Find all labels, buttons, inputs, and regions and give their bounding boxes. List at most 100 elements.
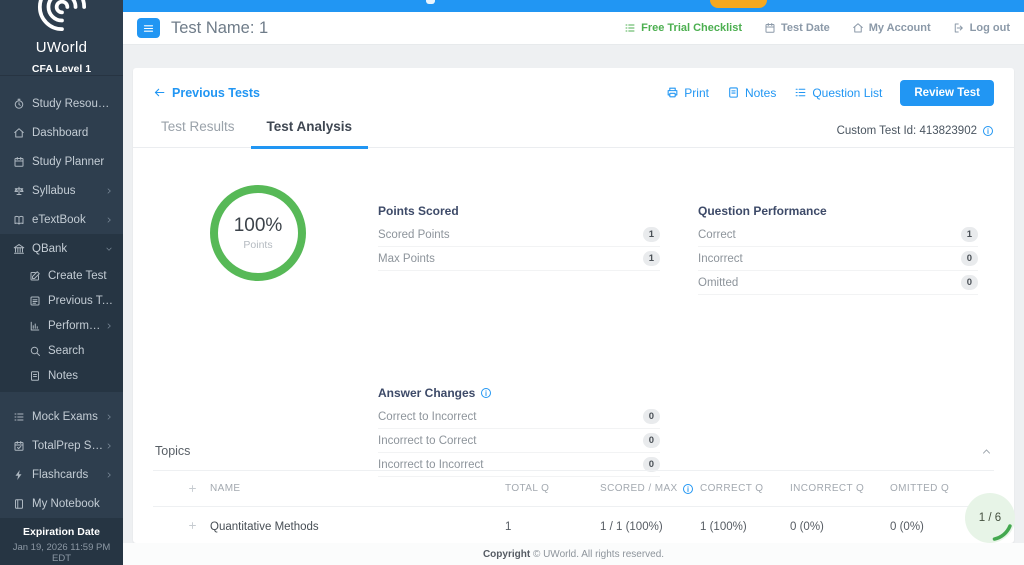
stat-label: Correct to Incorrect [378,411,643,423]
sidebar-item-my-notebook[interactable]: My Notebook [0,489,123,518]
action-print[interactable]: Print [666,86,709,100]
top-link-log-out[interactable]: Log out [953,22,1010,34]
banner-button-fragment[interactable] [710,0,767,8]
table-row: Quantitative Methods11 / 1 (100%)1 (100%… [153,507,994,543]
note-icon [727,86,740,99]
arrow-left-icon [153,86,166,99]
print-icon [666,86,679,99]
sidebar-item-label: Mock Exams [32,411,98,423]
calendar-icon [764,22,776,34]
sidebar-item-label: Study Planner [32,156,104,168]
plus-icon[interactable] [187,483,198,494]
sidebar-item-label: Create Test [48,270,107,282]
column-header-total-q: TOTAL Q [505,483,600,494]
tab-test-results[interactable]: Test Results [145,119,251,147]
topic-value-cell: 0 (0%) [790,520,890,534]
sidebar-item-notes[interactable]: Notes [0,363,123,388]
sidebar-item-mock-exams[interactable]: Mock Exams [0,402,123,431]
sidebar-item-create-test[interactable]: Create Test [0,263,123,288]
topbar: Test Name: 1 Free Trial Checklist Test Da… [123,12,1024,45]
top-link-label: Free Trial Checklist [641,22,742,34]
sidebar-item-previous-tests[interactable]: Previous Tests [0,288,123,313]
search-icon [29,345,41,357]
top-link-label: My Account [869,22,931,34]
expiration-block: Expiration Date Jan 19, 2026 11:59 PM ED… [0,518,123,565]
question-performance-section: Question PerformanceCorrect1Incorrect0Om… [698,204,978,295]
notebook-icon [13,498,25,510]
home-icon [13,127,25,139]
action-label: Print [684,86,709,100]
expiration-label: Expiration Date [2,526,121,538]
sidebar-item-syllabus[interactable]: Syllabus [0,176,123,205]
column-header-label: NAME [210,483,241,494]
logout-icon [953,22,965,34]
sidebar-item-dashboard[interactable]: Dashboard [0,118,123,147]
sidebar-item-totalprep-series[interactable]: TotalPrep Series [0,431,123,460]
info-icon[interactable] [682,483,694,495]
chevron-right-icon [105,413,113,421]
previous-tests-link[interactable]: Previous Tests [153,86,260,100]
calendar-icon [13,156,25,168]
sidebar-item-study-planner[interactable]: Study Planner [0,147,123,176]
sidebar-group-qbank: QBank Create Test Previous TestsPerformanc… [0,234,123,392]
home-icon [852,22,864,34]
stat-row: Omitted0 [698,271,978,295]
topics-table-body: Quantitative Methods11 / 1 (100%)1 (100%… [153,507,994,543]
sidebar-item-label: Syllabus [32,185,75,197]
topic-value-cell: 1 [505,520,600,534]
chart-icon [29,320,41,332]
top-link-my-account[interactable]: My Account [852,22,931,34]
stat-row: Scored Points1 [378,223,660,247]
sidebar-item-qbank[interactable]: QBank [0,234,123,263]
column-header-label: SCORED / MAX [600,483,678,494]
topic-value-cell: 1 / 1 (100%) [600,520,700,534]
score-percent: 100% [234,215,283,237]
top-link-test-date[interactable]: Test Date [764,22,830,34]
column-header-scored-max: SCORED / MAX [600,483,700,495]
sidebar-item-label: Study Resources [32,98,113,110]
hamburger-icon [142,22,155,35]
sidebar-item-etextbook[interactable]: eTextBook [0,205,123,234]
chevron-up-icon[interactable] [981,446,992,457]
sidebar-item-flashcards[interactable]: Flashcards [0,460,123,489]
sidebar-item-label: My Notebook [32,498,100,510]
top-link-label: Log out [970,22,1010,34]
analysis-panel: 100% Points Points ScoredScored Points1M… [133,148,1014,440]
review-test-button[interactable]: Review Test [900,80,994,106]
sidebar-item-search[interactable]: Search [0,338,123,363]
expand-all-cell [153,483,210,494]
top-link-free-trial-checklist[interactable]: Free Trial Checklist [624,22,742,34]
sidebar-item-label: TotalPrep Series [32,440,105,452]
action-label: Question List [812,86,882,100]
pager-badge[interactable]: 1 / 6 [965,493,1015,543]
action-notes[interactable]: Notes [727,86,776,100]
checklist-icon [624,22,636,34]
column-header-name: NAME [210,483,505,494]
note-icon [29,370,41,382]
topic-name: Quantitative Methods [210,520,505,534]
stat-row: Max Points1 [378,247,660,271]
stat-label: Omitted [698,277,961,289]
menu-button[interactable] [137,18,160,38]
info-icon[interactable] [480,387,492,399]
calendar-check-icon [13,440,25,452]
top-link-label: Test Date [781,22,830,34]
sidebar-item-performance[interactable]: Performance [0,313,123,338]
scale-icon [13,185,25,197]
plus-icon[interactable] [187,520,198,531]
page-title: Test Name: 1 [171,19,268,38]
brand-name: UWorld [0,39,123,56]
value-badge: 0 [643,409,660,424]
info-icon[interactable] [982,125,994,137]
tab-test-analysis[interactable]: Test Analysis [251,119,369,149]
score-ring: 100% Points [210,185,306,281]
topic-name-cell: Quantitative Methods [210,520,505,543]
score-caption: Points [243,239,272,251]
toolbar-actions: Print Notes Question List Review Test [666,80,994,106]
value-badge: 0 [961,251,978,266]
sidebar-item-study-resources[interactable]: Study Resources [0,89,123,118]
action-question-list[interactable]: Question List [794,86,882,100]
brand-subtitle: CFA Level 1 [0,63,123,75]
lightning-icon [13,469,25,481]
chevron-down-icon [105,245,113,253]
